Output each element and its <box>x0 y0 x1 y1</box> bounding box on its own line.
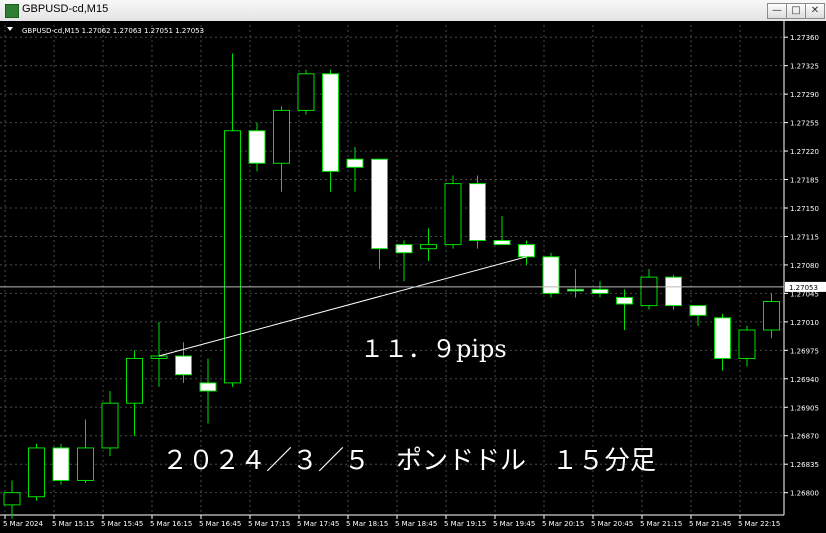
candle-body <box>175 355 192 376</box>
candle-body <box>689 305 707 316</box>
candle-body <box>3 492 21 506</box>
candle-body <box>224 130 241 384</box>
y-tick-label: 1.27115 <box>790 233 819 241</box>
x-tick-label: 5 Mar 16:45 <box>199 520 241 528</box>
x-tick-label: 5 Mar 18:15 <box>346 520 388 528</box>
candle-body <box>763 301 780 331</box>
y-tick-label: 1.27185 <box>790 177 819 185</box>
candle-body <box>297 73 315 111</box>
y-tick-label: 1.26800 <box>790 490 819 498</box>
candle-body <box>640 276 658 307</box>
pips-annotation: １１．９pips <box>360 335 507 363</box>
minimize-button[interactable]: — <box>767 3 787 19</box>
candle-body <box>714 317 731 359</box>
candle-body <box>493 240 511 246</box>
y-tick-label: 1.27220 <box>790 148 819 156</box>
x-tick-label: 5 Mar 22:15 <box>738 520 780 528</box>
candle-body <box>322 73 339 172</box>
y-tick-label: 1.27360 <box>790 34 819 42</box>
candle-body <box>150 355 168 359</box>
candle-body <box>273 109 290 164</box>
chart-window-icon <box>5 4 19 18</box>
candle-body <box>199 382 217 392</box>
candle-body <box>248 130 266 164</box>
x-tick-label: 5 Mar 16:15 <box>150 520 192 528</box>
candle-body <box>567 288 584 292</box>
y-tick-label: 1.26975 <box>790 347 819 355</box>
current-price-label: 1.27053 <box>789 284 818 292</box>
y-tick-label: 1.26905 <box>790 404 819 412</box>
candle-body <box>395 244 413 254</box>
y-tick-label: 1.27290 <box>790 91 819 99</box>
candle-body <box>52 447 70 481</box>
close-button[interactable]: ✕ <box>805 3 825 19</box>
x-tick-label: 5 Mar 21:15 <box>640 520 682 528</box>
candle-body <box>28 447 45 498</box>
maximize-button[interactable]: □ <box>786 3 806 19</box>
title-bar[interactable]: GBPUSD-cd,M15 — □ ✕ <box>0 0 826 22</box>
candle-body <box>444 183 462 246</box>
y-tick-label: 1.27080 <box>790 262 819 270</box>
y-tick-label: 1.26870 <box>790 433 819 441</box>
y-tick-label: 1.27010 <box>790 319 819 327</box>
candle-body <box>591 288 609 294</box>
candle-body <box>616 296 633 305</box>
candle-body <box>420 244 437 250</box>
x-tick-label: 5 Mar 15:15 <box>52 520 94 528</box>
window-title: GBPUSD-cd,M15 <box>22 3 109 15</box>
candle-body <box>665 276 682 307</box>
x-tick-label: 5 Mar 19:45 <box>493 520 535 528</box>
x-tick-label: 5 Mar 2024 <box>3 520 43 528</box>
x-tick-label: 5 Mar 15:45 <box>101 520 143 528</box>
x-tick-label: 5 Mar 20:45 <box>591 520 633 528</box>
y-tick-label: 1.26835 <box>790 461 819 469</box>
candle-body <box>738 329 756 359</box>
candle-body <box>346 158 364 168</box>
y-tick-label: 1.27255 <box>790 120 819 128</box>
symbol-header: GBPUSD-cd,M15 1.27062 1.27063 1.27051 1.… <box>22 27 204 35</box>
candle-body <box>77 447 94 481</box>
x-tick-label: 5 Mar 21:45 <box>689 520 731 528</box>
candle-body <box>101 402 119 449</box>
candle-body <box>542 256 560 294</box>
candle-body <box>469 183 486 242</box>
x-tick-label: 5 Mar 18:45 <box>395 520 437 528</box>
candle-body <box>371 158 388 250</box>
candle-body <box>126 357 143 404</box>
y-tick-label: 1.27150 <box>790 205 819 213</box>
date-annotation: ２０２４／３／５ ポンドドル １５分足 <box>162 446 656 476</box>
y-tick-label: 1.26940 <box>790 376 819 384</box>
x-tick-label: 5 Mar 19:15 <box>444 520 486 528</box>
x-tick-label: 5 Mar 17:15 <box>248 520 290 528</box>
x-tick-label: 5 Mar 17:45 <box>297 520 339 528</box>
x-tick-label: 5 Mar 20:15 <box>542 520 584 528</box>
candle-body <box>518 244 535 258</box>
terminal-window: GBPUSD-cd,M15 — □ ✕ 1.27360 1.27325 1.2729… <box>0 0 826 533</box>
y-tick-label: 1.27325 <box>790 63 819 71</box>
price-chart[interactable]: 1.27360 1.27325 1.27290 1.27255 1.27220 1.271… <box>0 21 826 533</box>
